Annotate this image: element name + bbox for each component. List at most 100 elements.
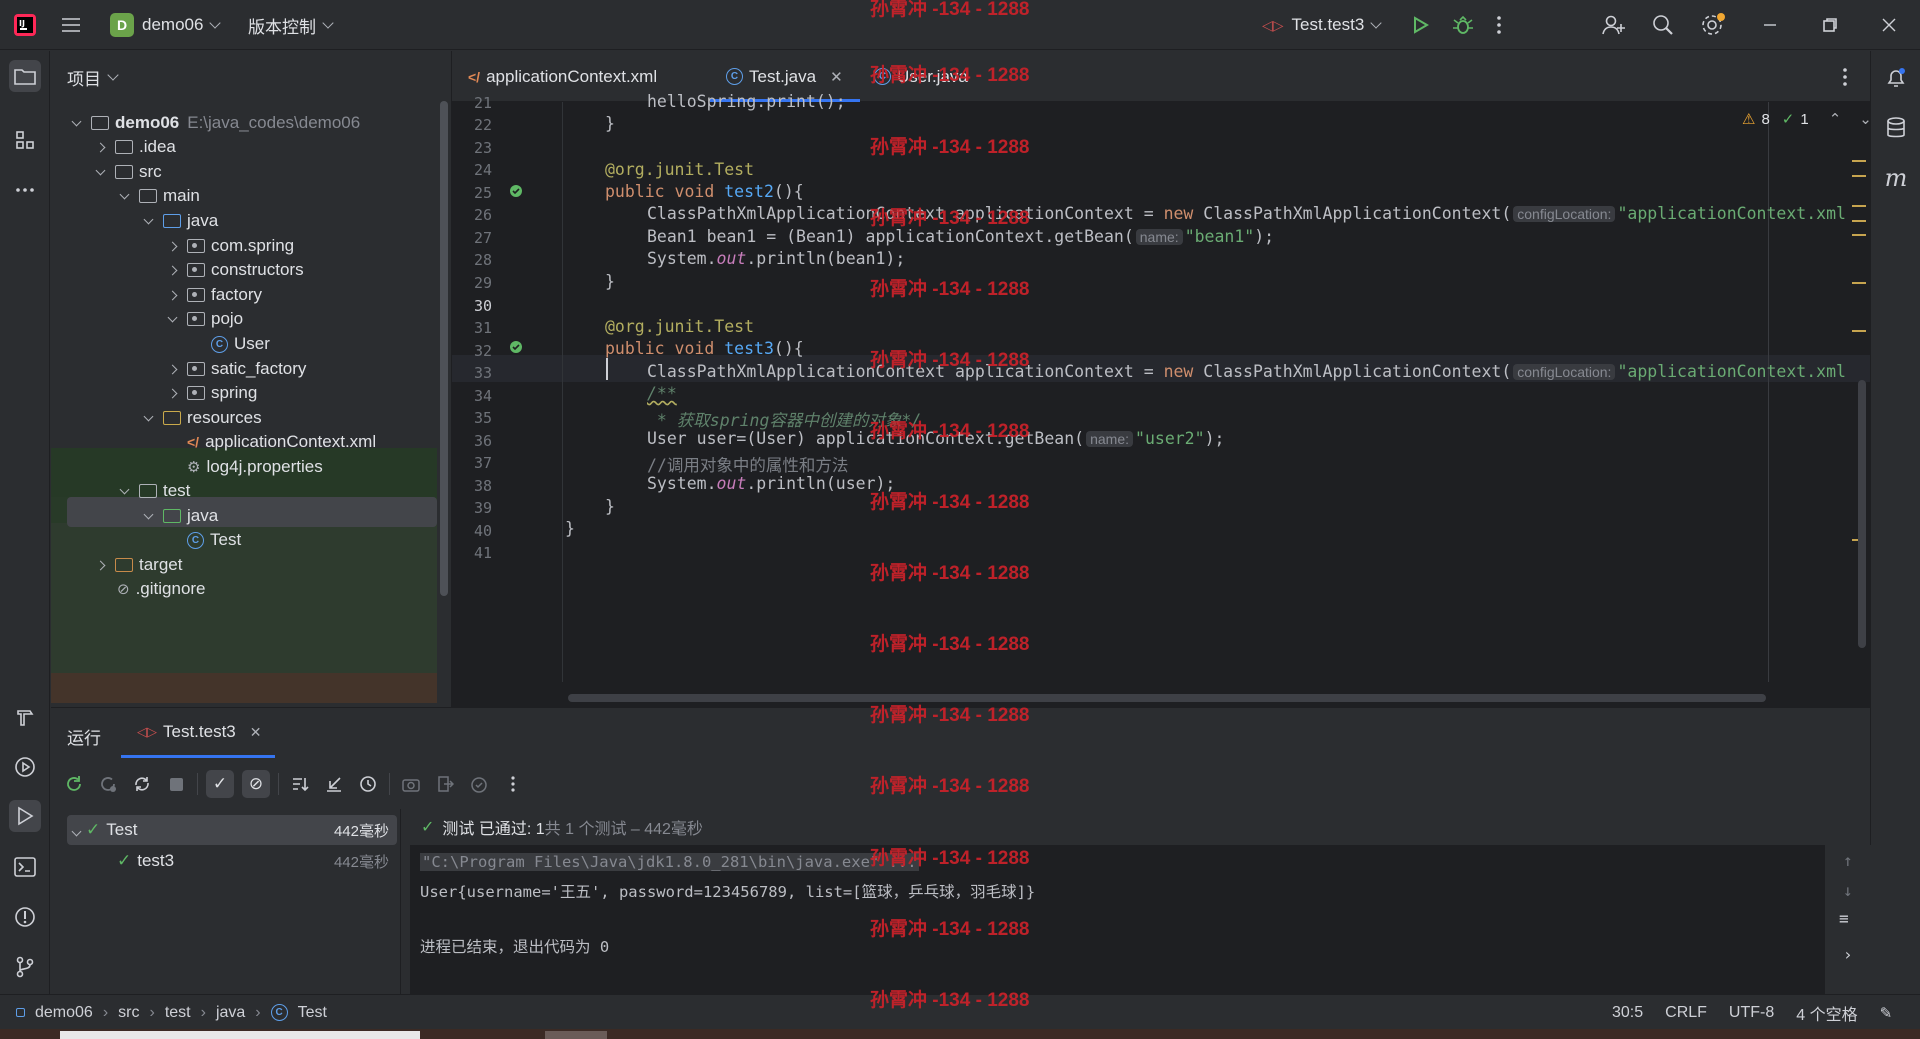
build-hammer-icon[interactable] [9,701,41,733]
warning-stripe-mark[interactable] [1852,234,1866,236]
class-icon: C [211,335,228,353]
close-tab-icon[interactable]: ✕ [830,68,843,86]
project-scrollbar[interactable] [440,101,448,596]
warning-stripe-mark[interactable] [1852,175,1866,177]
watermark-text: 孙霄冲 -134 - 1288 [870,137,1030,158]
excluded-folder-icon [115,558,133,572]
chevron-up-icon[interactable]: ⌃ [1829,110,1842,128]
notifications-bell-icon[interactable] [1880,62,1912,94]
file-encoding[interactable]: UTF-8 [1729,1004,1774,1022]
test-status-summary: ✓ 测试 已通过: 1 共 1 个测试 – 442毫秒 [421,809,703,845]
run-test-gutter-icon[interactable] [508,182,526,205]
terminal-icon[interactable] [9,851,41,883]
history-clock-icon[interactable] [355,771,381,797]
collapsed-arrow-icon [165,364,179,374]
project-tool-folder-icon[interactable] [9,60,41,92]
breadcrumb-item[interactable]: src [118,1004,139,1022]
project-switcher[interactable]: D demo06 [110,0,222,50]
rerun-icon[interactable] [61,771,87,797]
run-tool-icon[interactable] [9,800,41,832]
problems-icon[interactable] [9,901,41,933]
rerun-failed-icon[interactable] [95,771,121,797]
editor-horizontal-scrollbar[interactable] [568,694,1766,702]
maven-icon[interactable]: m [1880,162,1912,194]
import-tests-icon[interactable] [321,771,347,797]
console-output[interactable]: "C:\Program Files\Java\jdk1.8.0_281\bin\… [410,845,1880,995]
main-menu-button[interactable] [60,0,82,50]
active-run-tab-underline [121,755,275,758]
line-separator[interactable]: CRLF [1665,1004,1707,1022]
tree-label: .idea [139,137,176,156]
code-line: @org.junit.Test [605,317,755,336]
show-ignored-icon[interactable]: ⊘ [242,770,270,798]
collapsed-arrow-icon [93,560,107,570]
run-button[interactable] [1410,0,1430,50]
indent-setting[interactable]: 4 个空格 [1796,1001,1857,1025]
caret-position[interactable]: 30:5 [1612,1004,1643,1022]
expanded-arrow-icon [93,165,107,175]
structure-tool-icon[interactable] [9,124,41,156]
app-logo-icon[interactable]: IJ [12,0,38,50]
inspection-widget[interactable]: ⚠ 8 ✓ 1 ⌃ ⌄ [1742,110,1872,129]
run-tab-test3[interactable]: ◁▷ Test.test3 ✕ [137,722,262,742]
chevron-right-icon[interactable]: › [1843,945,1853,964]
chevron-down-icon[interactable]: ⌄ [1859,110,1872,128]
database-icon[interactable] [1880,112,1912,144]
show-passed-icon[interactable]: ✓ [206,770,234,798]
warning-count: 8 [1761,110,1770,128]
project-panel-header[interactable]: 项目 [67,65,119,90]
editor-vertical-scrollbar[interactable] [1858,380,1866,648]
screenshot-camera-icon[interactable] [398,771,424,797]
minimize-window-button[interactable] [1763,0,1777,50]
more-actions-icon[interactable] [1496,0,1502,50]
add-user-icon[interactable] [1602,0,1626,50]
scroll-down-icon[interactable]: ↓ [1843,881,1853,900]
restore-window-button[interactable] [1823,0,1837,50]
scroll-up-icon[interactable]: ↑ [1843,851,1853,870]
folder-icon [139,189,157,203]
breadcrumb-item[interactable]: test [165,1004,191,1022]
debug-button[interactable] [1452,0,1474,50]
warning-stripe-mark[interactable] [1852,160,1866,162]
coverage-icon[interactable] [466,771,492,797]
git-branch-icon[interactable] [9,951,41,983]
close-tab-icon[interactable]: ✕ [250,724,262,741]
run-test-gutter-icon[interactable] [508,338,526,361]
line-number: 38 [473,477,492,495]
test-tree-row-test[interactable]: ✓ Test 442毫秒 [67,815,397,845]
code-editor[interactable]: ⚠ 8 ✓ 1 ⌃ ⌄ 21 22 23 24 25 26 27 28 29 30 31 32 33 34 35… [452,92,1872,707]
breadcrumb-item[interactable]: demo06 [35,1004,93,1022]
services-icon[interactable] [9,751,41,783]
read-only-lock-icon[interactable]: ✎ [1880,1004,1893,1022]
export-icon[interactable] [432,771,458,797]
close-window-button[interactable] [1882,0,1896,50]
tree-item-gitignore[interactable]: ⊘ .gitignore [51,574,437,604]
run-config-label: Test.test3 [1291,15,1365,34]
taskbar-window-thumbnail[interactable] [60,1031,420,1039]
run-config-selector[interactable]: ◁▷ Test.test3 [1262,0,1382,50]
vcs-menu[interactable]: 版本控制 [248,0,334,50]
taskbar-button[interactable] [545,1031,607,1039]
breadcrumb-item[interactable]: java [216,1004,245,1022]
soft-wrap-icon[interactable]: ≡ [1839,909,1849,928]
warning-stripe-mark[interactable] [1852,220,1866,222]
tree-path: E:\java_codes\demo06 [187,113,361,132]
stop-icon[interactable] [163,771,189,797]
breadcrumb-item[interactable]: Test [298,1004,327,1022]
more-tools-icon[interactable] [9,174,41,206]
settings-gear-icon[interactable] [1700,0,1726,50]
line-number: 23 [473,139,492,157]
vcs-label: 版本控制 [248,17,316,37]
warning-stripe-mark[interactable] [1852,330,1866,332]
tab-applicationcontext-xml[interactable]: </ applicationContext.xml [468,51,657,102]
sort-icon[interactable] [287,771,313,797]
watermark-text: 孙霄冲 -134 - 1288 [870,848,1030,869]
warning-stripe-mark[interactable] [1852,282,1866,284]
toggle-auto-test-icon[interactable] [129,771,155,797]
expanded-arrow-icon [117,484,131,494]
search-icon[interactable] [1652,0,1674,50]
more-actions-icon[interactable] [500,771,526,797]
warning-stripe-mark[interactable] [1852,205,1866,207]
tab-options-icon[interactable] [1842,51,1848,102]
test-tree-row-test3[interactable]: ✓ test3 442毫秒 [67,846,397,876]
